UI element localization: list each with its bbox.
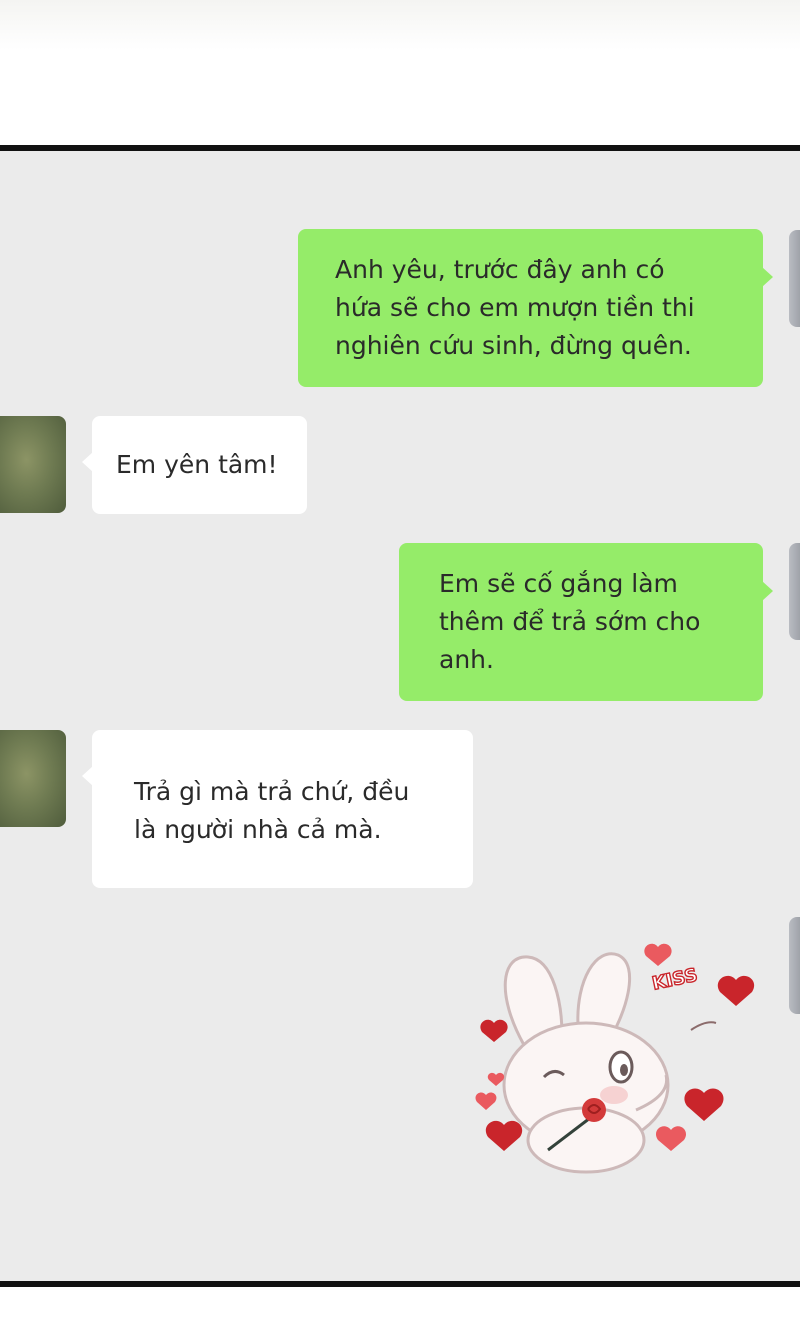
message-text: Anh yêu, trước đây anh có hứa sẽ cho em … bbox=[335, 255, 695, 360]
bottom-margin bbox=[0, 1287, 800, 1335]
message-text: Em yên tâm! bbox=[116, 450, 278, 479]
top-fade bbox=[0, 0, 800, 50]
contact-avatar[interactable] bbox=[0, 730, 66, 827]
message-bubble-outgoing[interactable]: Em sẽ cố gắng làm thêm để trả sớm cho an… bbox=[399, 543, 773, 701]
my-avatar[interactable] bbox=[789, 917, 800, 1014]
message-bubble-incoming[interactable]: Em yên tâm! bbox=[82, 416, 307, 514]
message-bubble-incoming[interactable]: Trả gì mà trả chứ, đều là người nhà cả m… bbox=[82, 730, 473, 888]
message-bubble-outgoing[interactable]: Anh yêu, trước đây anh có hứa sẽ cho em … bbox=[298, 229, 773, 387]
contact-avatar[interactable] bbox=[0, 416, 66, 513]
sticker-label: KISS bbox=[650, 965, 699, 995]
bunny-kiss-sticker-icon[interactable]: KISS bbox=[466, 935, 766, 1185]
message-text: Trả gì mà trả chứ, đều là người nhà cả m… bbox=[134, 777, 410, 844]
my-avatar[interactable] bbox=[789, 230, 800, 327]
my-avatar[interactable] bbox=[789, 543, 800, 640]
message-text: Em sẽ cố gắng làm thêm để trả sớm cho an… bbox=[439, 569, 701, 674]
